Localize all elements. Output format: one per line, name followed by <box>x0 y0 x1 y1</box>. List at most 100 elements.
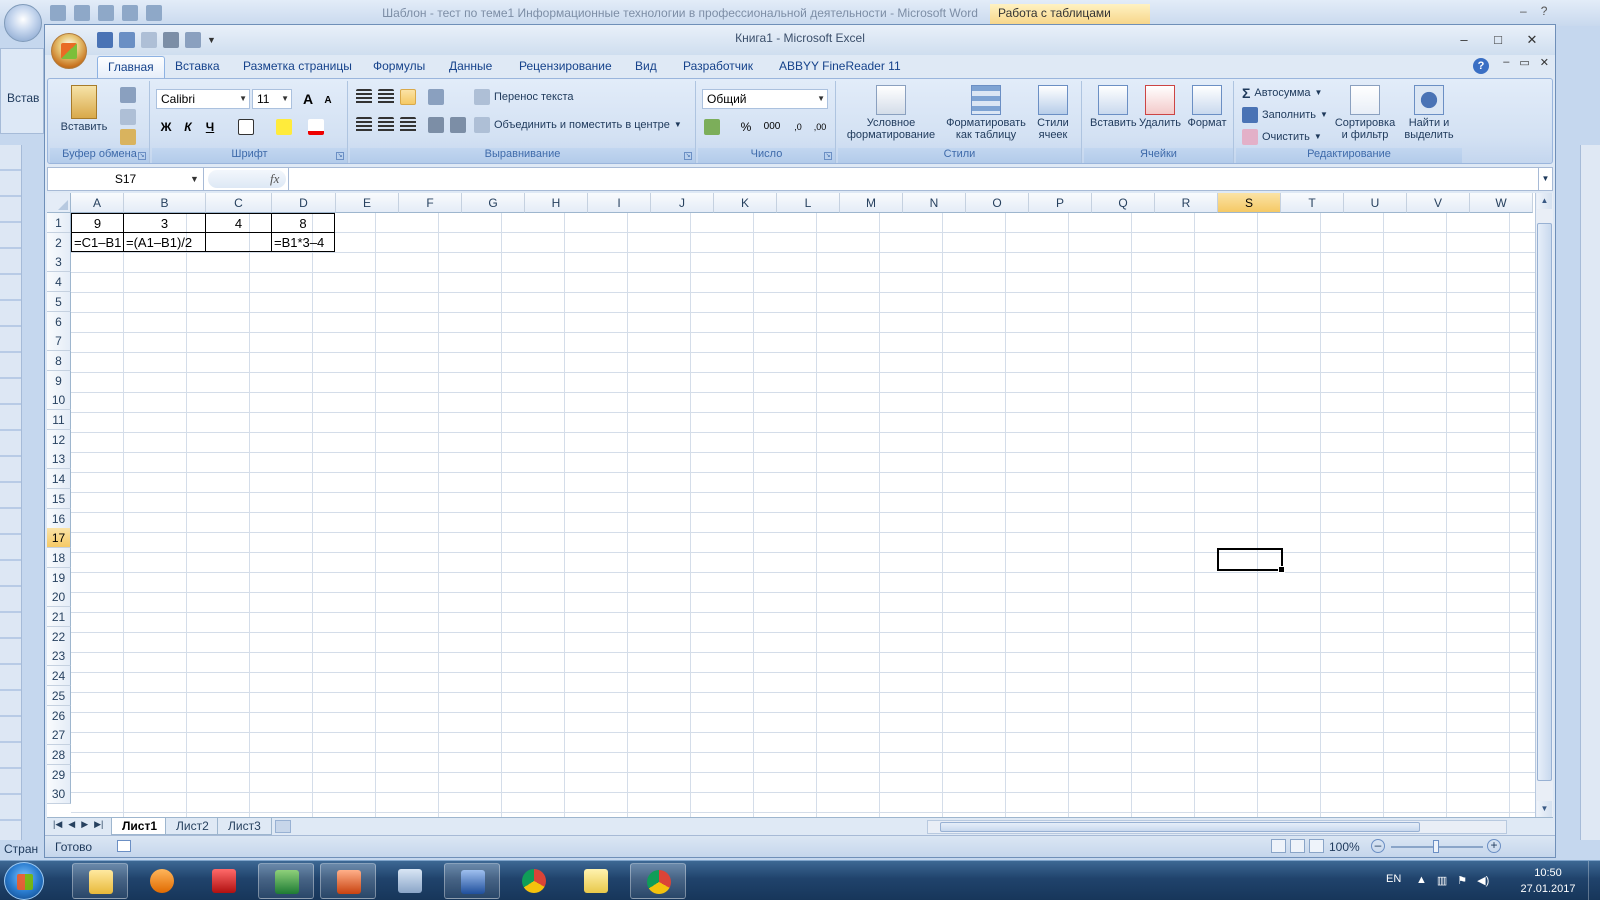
scroll-down-icon[interactable]: ▼ <box>1537 801 1552 817</box>
wrap-text-button[interactable]: Перенос текста <box>474 87 574 107</box>
cut-icon[interactable] <box>120 87 136 103</box>
row-header-17[interactable]: 17 <box>47 528 71 549</box>
formula-input[interactable] <box>288 168 1536 190</box>
row-header-21[interactable]: 21 <box>47 607 71 627</box>
row-header-11[interactable]: 11 <box>47 410 71 430</box>
clear-button[interactable]: Очистить ▼ <box>1242 127 1322 147</box>
italic-button[interactable]: К <box>178 117 198 137</box>
row-header-20[interactable]: 20 <box>47 587 71 608</box>
sheet-tab-1[interactable]: Лист1 <box>111 818 169 835</box>
taskbar-chrome[interactable] <box>506 863 562 899</box>
font-color-icon[interactable] <box>308 119 324 135</box>
format-as-table-button[interactable]: Форматировать как таблицу <box>942 85 1030 141</box>
cell-B1[interactable]: 3 <box>123 213 206 233</box>
row-header-13[interactable]: 13 <box>47 449 71 470</box>
find-select-button[interactable]: Найти и выделить <box>1398 85 1460 141</box>
row-header-27[interactable]: 27 <box>47 725 71 746</box>
cell-A1[interactable]: 9 <box>71 213 124 233</box>
align-top-icon[interactable] <box>356 89 372 105</box>
align-right-icon[interactable] <box>400 117 416 133</box>
column-header-P[interactable]: P <box>1029 193 1092 213</box>
increase-decimal-button[interactable]: ,0 <box>788 117 808 137</box>
row-header-18[interactable]: 18 <box>47 547 71 568</box>
chevron-down-icon[interactable]: ▼ <box>190 168 199 190</box>
decrease-indent-icon[interactable] <box>428 117 444 133</box>
action-center-icon[interactable]: ⚑ <box>1457 874 1467 887</box>
row-header-25[interactable]: 25 <box>47 685 71 706</box>
column-header-A[interactable]: A <box>71 193 124 213</box>
row-header-1[interactable]: 1 <box>47 213 71 233</box>
column-header-S[interactable]: S <box>1218 193 1281 213</box>
word-paste-label[interactable]: Встав <box>7 91 39 105</box>
row-header-2[interactable]: 2 <box>47 232 71 253</box>
autosum-button[interactable]: Σ Автосумма ▼ <box>1242 83 1322 103</box>
format-painter-icon[interactable] <box>120 129 136 145</box>
column-header-N[interactable]: N <box>903 193 966 213</box>
zoom-slider[interactable] <box>1391 840 1483 853</box>
row-header-16[interactable]: 16 <box>47 508 71 529</box>
conditional-formatting-button[interactable]: Условное форматирование <box>842 85 940 141</box>
taskbar-chrome-user[interactable] <box>630 863 686 899</box>
first-sheet-icon[interactable]: |◀ <box>53 819 62 830</box>
align-middle-icon[interactable] <box>378 89 394 105</box>
start-button[interactable] <box>4 862 44 900</box>
column-header-O[interactable]: O <box>966 193 1029 213</box>
help-icon[interactable]: ? <box>1473 58 1489 74</box>
tab-view[interactable]: Вид <box>625 56 667 78</box>
row-header-10[interactable]: 10 <box>47 390 71 411</box>
office-button[interactable] <box>51 33 87 69</box>
show-hidden-icons-icon[interactable]: ▲ <box>1416 874 1427 887</box>
clipboard-launcher-icon[interactable]: ↘ <box>138 152 146 160</box>
tab-abbyy[interactable]: ABBYY FineReader 11 <box>769 56 911 78</box>
font-size-select[interactable]: 11 ▼ <box>252 89 292 109</box>
merge-center-button[interactable]: Объединить и поместить в центре ▼ <box>474 115 682 135</box>
close-button[interactable]: ✕ <box>1515 29 1549 51</box>
name-box[interactable]: S17 <box>48 168 204 190</box>
taskbar-winrar[interactable] <box>196 863 252 899</box>
sheet-tab-2[interactable]: Лист2 <box>165 818 220 835</box>
last-sheet-icon[interactable]: ▶| <box>94 819 103 830</box>
column-header-Q[interactable]: Q <box>1092 193 1155 213</box>
row-header-5[interactable]: 5 <box>47 291 71 312</box>
cell-A2[interactable]: =C1–B1 <box>71 232 124 252</box>
increase-indent-icon[interactable] <box>450 117 466 133</box>
prev-sheet-icon[interactable]: ◀ <box>68 819 75 830</box>
column-header-T[interactable]: T <box>1281 193 1344 213</box>
workbook-close-button[interactable]: ✕ <box>1540 56 1549 69</box>
tab-review[interactable]: Рецензирование <box>509 56 622 78</box>
row-header-12[interactable]: 12 <box>47 429 71 450</box>
column-header-V[interactable]: V <box>1407 193 1470 213</box>
column-header-D[interactable]: D <box>272 193 336 213</box>
tab-page-layout[interactable]: Разметка страницы <box>233 56 362 78</box>
column-header-R[interactable]: R <box>1155 193 1218 213</box>
taskbar-powerpoint[interactable] <box>320 863 376 899</box>
next-sheet-icon[interactable]: ▶ <box>81 819 88 830</box>
row-header-15[interactable]: 15 <box>47 488 71 509</box>
column-header-K[interactable]: K <box>714 193 777 213</box>
row-header-30[interactable]: 30 <box>47 784 71 805</box>
orientation-icon[interactable] <box>428 89 444 105</box>
row-header-26[interactable]: 26 <box>47 705 71 726</box>
page-break-view-icon[interactable] <box>1309 839 1324 853</box>
taskbar-word[interactable] <box>444 863 500 899</box>
worksheet-grid[interactable]: 9 3 4 8 =C1–B1 =(A1–B1)/2 =B1*3–4 ABCDEF… <box>47 193 1553 817</box>
column-header-J[interactable]: J <box>651 193 714 213</box>
row-header-28[interactable]: 28 <box>47 744 71 765</box>
taskbar-explorer[interactable] <box>72 863 128 899</box>
scroll-up-icon[interactable]: ▲ <box>1537 193 1552 209</box>
row-header-7[interactable]: 7 <box>47 331 71 352</box>
macro-record-icon[interactable] <box>117 840 131 852</box>
zoom-in-button[interactable]: + <box>1487 839 1501 853</box>
column-header-E[interactable]: E <box>336 193 399 213</box>
column-header-G[interactable]: G <box>462 193 525 213</box>
cell-C2[interactable] <box>205 232 272 252</box>
grow-font-button[interactable]: A <box>298 89 318 109</box>
row-header-14[interactable]: 14 <box>47 469 71 490</box>
zoom-out-button[interactable]: – <box>1371 839 1385 853</box>
taskbar-media-player[interactable] <box>134 863 190 899</box>
cell-B2[interactable]: =(A1–B1)/2 <box>123 232 206 252</box>
underline-button[interactable]: Ч <box>200 117 220 137</box>
column-header-I[interactable]: I <box>588 193 651 213</box>
word-table-tools-tab[interactable]: Работа с таблицами <box>990 4 1150 24</box>
delete-cells-button[interactable]: Удалить <box>1138 85 1182 129</box>
